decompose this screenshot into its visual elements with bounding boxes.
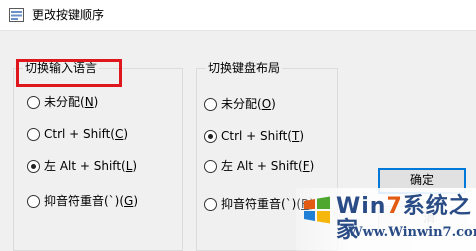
- radio-label: Ctrl + Shift(C): [44, 127, 129, 141]
- watermark-url: Www.Winwin7.com: [348, 225, 476, 240]
- keyboard-app-icon: [9, 8, 24, 22]
- radio-input-left-alt-shift[interactable]: 左 Alt + Shift(L): [27, 158, 137, 174]
- radio-button-icon: [204, 159, 217, 173]
- radio-button-icon: [204, 197, 217, 211]
- radio-label: 左 Alt + Shift(L): [44, 159, 138, 173]
- radio-layout-unassigned[interactable]: 未分配(O): [204, 96, 276, 112]
- radio-button-checked-icon: [204, 129, 217, 143]
- title-bar[interactable]: 更改按键顺序: [0, 0, 476, 31]
- radio-button-icon: [27, 127, 40, 141]
- radio-button-icon: [204, 97, 217, 111]
- radio-button-checked-icon: [27, 159, 40, 173]
- radio-layout-ctrl-shift[interactable]: Ctrl + Shift(T): [204, 128, 304, 144]
- radio-label: 未分配(O): [221, 97, 276, 111]
- window-title: 更改按键顺序: [32, 8, 105, 22]
- radio-input-ctrl-shift[interactable]: Ctrl + Shift(C): [27, 126, 128, 142]
- radio-label: Ctrl + Shift(T): [221, 129, 305, 143]
- windows-logo-icon: [304, 196, 330, 224]
- radio-input-unassigned[interactable]: 未分配(N): [27, 94, 98, 110]
- site-watermark: Win7系统之家 Www.Winwin7.com: [296, 188, 476, 251]
- radio-input-grave-accent[interactable]: 抑音符重音(`)(G): [27, 193, 138, 209]
- radio-button-icon: [27, 95, 40, 109]
- radio-label: 抑音符重音(`)(G): [44, 194, 139, 208]
- input-language-group-label: 切换输入语言: [23, 61, 100, 75]
- radio-layout-left-alt-shift[interactable]: 左 Alt + Shift(F): [204, 158, 314, 174]
- radio-button-icon: [27, 194, 40, 208]
- radio-label: 左 Alt + Shift(F): [221, 159, 315, 173]
- radio-label: 未分配(N): [44, 95, 99, 109]
- keyboard-layout-group-label: 切换键盘布局: [206, 61, 283, 75]
